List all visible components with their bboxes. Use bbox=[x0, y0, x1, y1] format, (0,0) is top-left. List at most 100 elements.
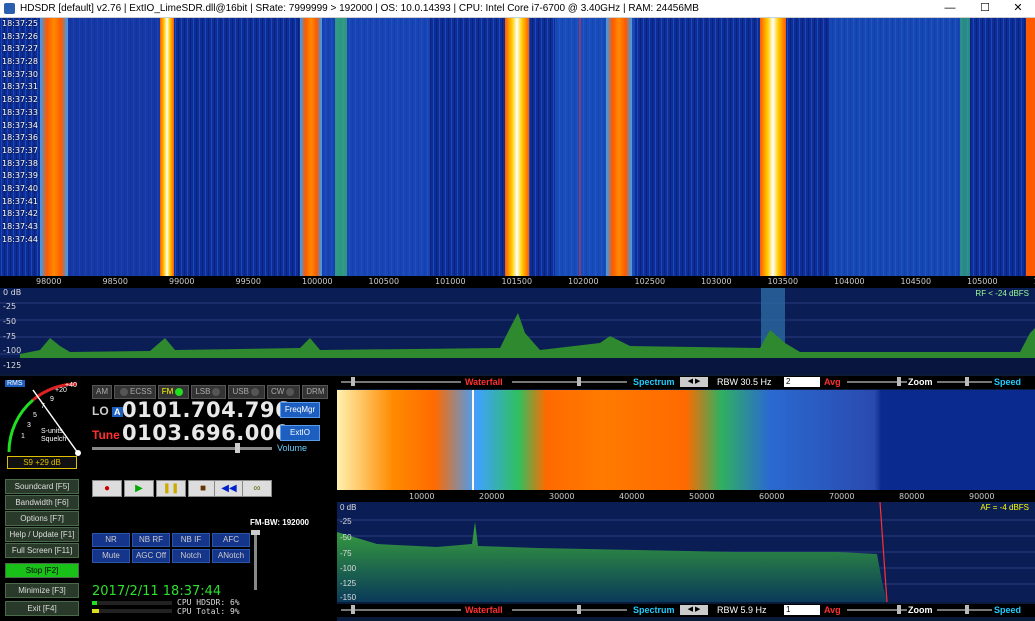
exit-button[interactable]: Exit [F4] bbox=[5, 601, 79, 616]
clock: 2017/2/11 18:37:44 bbox=[92, 584, 222, 599]
waterfall-timestamp: 18:37:26 bbox=[2, 31, 38, 41]
waterfall-timestamp: 18:37:37 bbox=[2, 145, 38, 155]
rf-frequency-tick: 101000 bbox=[435, 277, 466, 286]
rf-db-label: -100 bbox=[3, 346, 22, 355]
rf-level-readout: RF < -24 dBFS bbox=[975, 289, 1029, 298]
spectrum-arrows[interactable]: ◀ ▶ bbox=[680, 605, 708, 615]
slider-thumb[interactable] bbox=[351, 377, 355, 386]
waterfall-timestamp: 18:37:40 bbox=[2, 183, 38, 193]
af-db-label: -25 bbox=[340, 517, 352, 526]
rf-frequency-axis: 98000 98500 99000 99500 100000 100500 101000 10… bbox=[0, 276, 1035, 288]
nb-if-button[interactable]: NB IF bbox=[172, 533, 210, 547]
audio-waterfall-speed-slider[interactable] bbox=[512, 605, 627, 614]
bandwidth-slider[interactable] bbox=[251, 530, 260, 590]
bandwidth-thumb[interactable] bbox=[251, 530, 260, 535]
nr-button[interactable]: NR bbox=[92, 533, 130, 547]
audio-spectrum[interactable]: AF = -4 dBFS 0 dB -25 -50 -75 -100 -125 … bbox=[337, 502, 1035, 602]
s-meter-dial bbox=[7, 382, 81, 456]
slider-thumb[interactable] bbox=[965, 377, 969, 386]
speed-slider[interactable] bbox=[937, 605, 992, 614]
cpu-hdsdr: CPU HDSDR: 6% bbox=[177, 598, 240, 607]
volume-thumb[interactable] bbox=[235, 443, 240, 453]
mode-cw[interactable]: CW bbox=[266, 385, 301, 399]
zoom-slider[interactable] bbox=[847, 605, 907, 614]
audio-frequency-tick: 60000 bbox=[759, 492, 785, 501]
waterfall-speed-slider[interactable] bbox=[512, 377, 627, 386]
full-screen-button[interactable]: Full Screen [F11] bbox=[5, 543, 79, 558]
slider-thumb[interactable] bbox=[577, 605, 581, 614]
speed-slider[interactable] bbox=[937, 377, 992, 386]
mode-fm[interactable]: FM bbox=[157, 385, 190, 399]
rewind-button[interactable]: ◀◀ bbox=[214, 480, 244, 497]
vfo-a-badge[interactable]: A bbox=[112, 407, 123, 417]
lo-frequency[interactable]: 0101.704.796 bbox=[122, 398, 290, 422]
rf-frequency-tick: 103500 bbox=[767, 277, 799, 286]
waterfall-timestamp: 18:37:32 bbox=[2, 95, 38, 105]
notch-button[interactable]: Notch bbox=[172, 549, 210, 563]
audio-waterfall-contrast-slider[interactable] bbox=[341, 605, 461, 614]
close-button[interactable]: ✕ bbox=[1001, 0, 1035, 17]
anotch-button[interactable]: ANotch bbox=[212, 549, 250, 563]
slider-thumb[interactable] bbox=[897, 605, 901, 614]
s-meter: RMS 1 3 5 7 9 +20 +40 S-units Squelch bbox=[3, 378, 85, 468]
minimize-button[interactable]: — bbox=[933, 0, 967, 17]
mode-lsb[interactable]: LSB bbox=[191, 385, 227, 399]
af-db-label: -50 bbox=[340, 533, 352, 542]
rf-spectrum[interactable]: RF < -24 dBFS 0 dB -25 -50 -75 -100 -125 bbox=[0, 288, 1035, 374]
audio-frequency-tick: 90000 bbox=[969, 492, 995, 501]
loop-button[interactable]: ∞ bbox=[242, 480, 272, 497]
avg-dropdown[interactable]: 1 bbox=[784, 605, 820, 615]
slider-thumb[interactable] bbox=[351, 605, 355, 614]
stop-button[interactable]: Stop [F2] bbox=[5, 563, 79, 578]
smeter-scale: 5 bbox=[33, 412, 37, 419]
options-button[interactable]: Options [F7] bbox=[5, 511, 79, 526]
nb-rf-button[interactable]: NB RF bbox=[132, 533, 170, 547]
pause-button[interactable]: ❚❚ bbox=[156, 480, 186, 497]
mode-drm[interactable]: DRM bbox=[302, 385, 329, 399]
rf-frequency-tick: 99500 bbox=[235, 277, 261, 286]
freqmgr-button[interactable]: FreqMgr bbox=[280, 402, 320, 418]
waterfall-contrast-slider[interactable] bbox=[341, 377, 461, 386]
slider-thumb[interactable] bbox=[897, 377, 901, 386]
smeter-caption: S-units bbox=[41, 428, 63, 435]
rf-db-label: -75 bbox=[3, 332, 17, 341]
rf-frequency-tick: 102000 bbox=[568, 277, 599, 286]
af-db-label: -125 bbox=[340, 579, 357, 588]
avg-label: Avg bbox=[824, 605, 841, 615]
avg-dropdown[interactable]: 2 bbox=[784, 377, 820, 387]
tune-frequency[interactable]: 0103.696.000 bbox=[122, 421, 290, 445]
volume-slider[interactable] bbox=[92, 443, 272, 453]
mode-usb[interactable]: USB bbox=[228, 385, 265, 399]
soundcard-button[interactable]: Soundcard [F5] bbox=[5, 479, 79, 494]
mode-am[interactable]: AM bbox=[92, 385, 112, 399]
record-button[interactable]: ● bbox=[92, 480, 122, 497]
rbw-label: RBW 5.9 Hz bbox=[717, 605, 767, 615]
agc-button[interactable]: AGC Off bbox=[132, 549, 170, 563]
app-icon bbox=[4, 3, 15, 14]
mode-ecss[interactable]: ECSS bbox=[114, 385, 156, 399]
title-bar: HDSDR [default] v2.76 | ExtIO_LimeSDR.dl… bbox=[0, 0, 1035, 18]
zoom-slider[interactable] bbox=[847, 377, 907, 386]
audio-frequency-tick: 50000 bbox=[689, 492, 715, 501]
audio-frequency-tick: 70000 bbox=[829, 492, 855, 501]
afc-button[interactable]: AFC bbox=[212, 533, 250, 547]
slider-thumb[interactable] bbox=[577, 377, 581, 386]
help-update-button[interactable]: Help / Update [F1] bbox=[5, 527, 79, 542]
af-level-readout: AF = -4 dBFS bbox=[980, 503, 1029, 512]
rf-frequency-tick: 101500 bbox=[501, 277, 533, 286]
play-button[interactable]: ▶ bbox=[124, 480, 154, 497]
waterfall-timestamp: 18:37:31 bbox=[2, 82, 38, 92]
bandwidth-button[interactable]: Bandwidth [F6] bbox=[5, 495, 79, 510]
maximize-button[interactable]: ☐ bbox=[968, 0, 1002, 17]
waterfall-timestamp: 18:37:34 bbox=[2, 120, 38, 130]
mute-button[interactable]: Mute bbox=[92, 549, 130, 563]
rbw-label: RBW 30.5 Hz bbox=[717, 377, 772, 387]
af-db-label: -150 bbox=[340, 593, 357, 602]
audio-waterfall[interactable] bbox=[337, 390, 1035, 490]
slider-thumb[interactable] bbox=[965, 605, 969, 614]
extio-button[interactable]: ExtIO bbox=[280, 425, 320, 441]
minimize-app-button[interactable]: Minimize [F3] bbox=[5, 583, 79, 598]
spectrum-arrows[interactable]: ◀ ▶ bbox=[680, 377, 708, 387]
rf-waterfall[interactable] bbox=[0, 18, 1035, 276]
spectrum-label: Spectrum bbox=[633, 605, 675, 615]
